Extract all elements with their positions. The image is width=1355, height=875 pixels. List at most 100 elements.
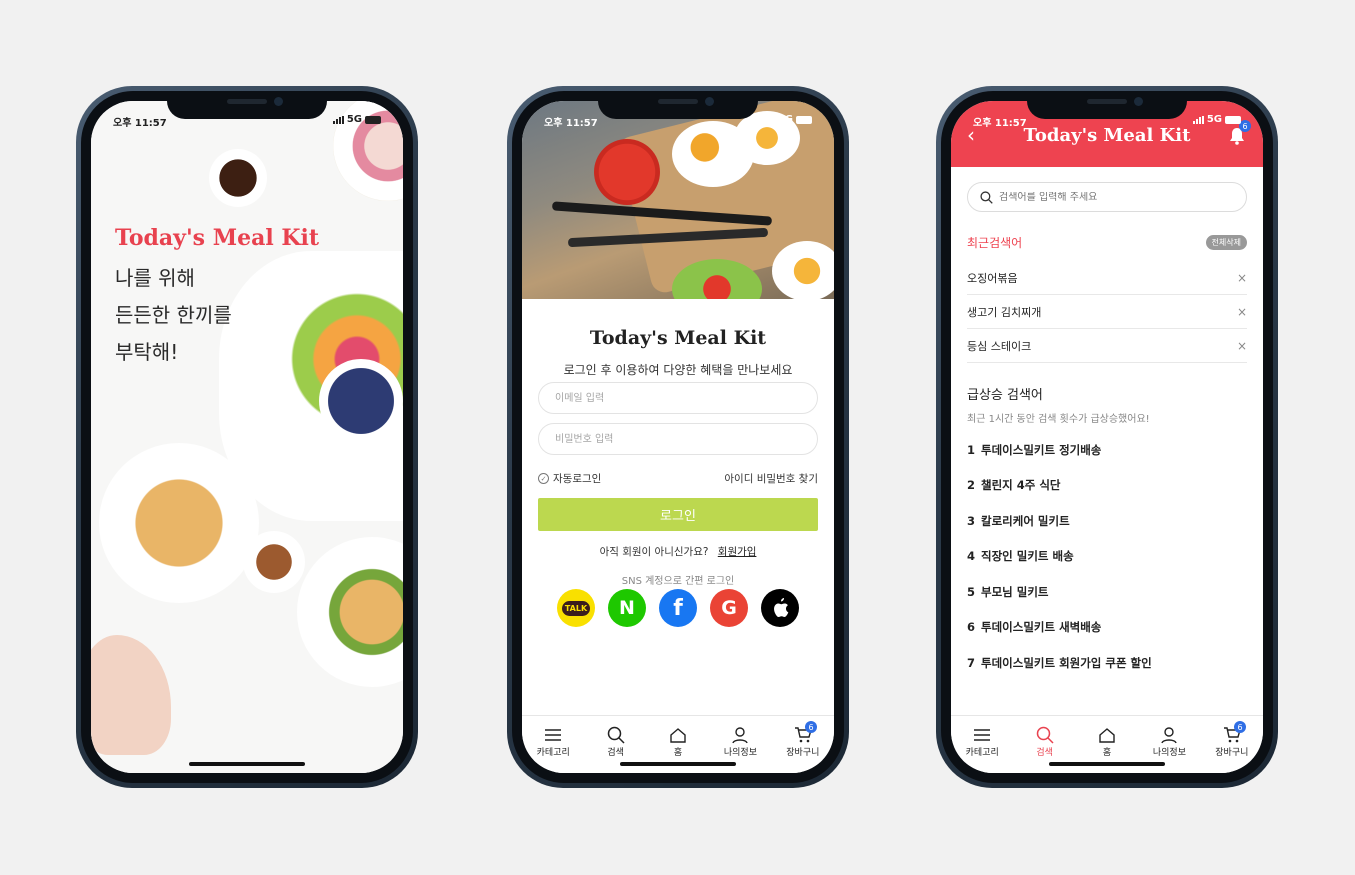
search-input[interactable] bbox=[999, 191, 1199, 203]
login-subtitle: 로그인 후 이용하여 다양한 혜택을 만나보세요 bbox=[563, 363, 793, 377]
signal-icon bbox=[1192, 115, 1204, 124]
home-indicator[interactable] bbox=[1049, 762, 1165, 766]
tab-cart[interactable]: 장바구니 6 bbox=[772, 716, 834, 773]
recent-item[interactable]: 등심 스테이크 × bbox=[967, 329, 1247, 363]
auto-login-label: 자동로그인 bbox=[553, 473, 602, 485]
apple-login-button[interactable] bbox=[761, 589, 799, 627]
auto-login-checkbox[interactable]: ✓ 자동로그인 bbox=[538, 471, 601, 486]
password-field[interactable] bbox=[538, 423, 818, 455]
list-item[interactable]: 4 직장인 밀키트 배송 bbox=[967, 539, 1247, 575]
clear-all-button[interactable]: 전체삭제 bbox=[1205, 235, 1247, 250]
close-icon[interactable]: × bbox=[1237, 305, 1247, 319]
slogan-line-1: 나를 위해 bbox=[115, 266, 195, 290]
list-item[interactable]: 6 투데이스밀키트 새벽배송 bbox=[967, 610, 1247, 646]
status-signal: 5G bbox=[332, 114, 381, 125]
splash-screen: Today's Meal Kit 나를 위해 든든한 한끼를 부탁해! 오후 1… bbox=[91, 101, 403, 773]
list-item[interactable]: 2 챌린지 4주 식단 bbox=[967, 468, 1247, 504]
slogan-line-3: 부탁해! bbox=[115, 340, 179, 364]
search-icon bbox=[1036, 725, 1054, 745]
tab-category-label: 카테고리 bbox=[536, 748, 570, 758]
kakao-login-button[interactable]: TALK bbox=[557, 589, 595, 627]
rising-title: 급상승 검색어 bbox=[967, 388, 1043, 403]
login-screen: 오후 11:57 5G Today's Meal Kit 로그인 후 이용하여 … bbox=[522, 101, 834, 773]
facebook-icon: f bbox=[673, 595, 683, 621]
google-login-button[interactable]: G bbox=[710, 589, 748, 627]
apple-icon bbox=[774, 598, 789, 617]
battery-icon bbox=[365, 115, 381, 124]
list-item[interactable]: 1 투데이스밀키트 정기배송 bbox=[967, 432, 1247, 468]
notch bbox=[1027, 91, 1187, 119]
sns-login-row: TALK N f G bbox=[522, 589, 834, 627]
rising-term: 투데이스밀키트 회원가입 쿠폰 할인 bbox=[981, 655, 1152, 670]
recent-term: 오징어볶음 bbox=[967, 271, 1018, 285]
tab-category-label: 카테고리 bbox=[965, 748, 999, 758]
food-coffee-cup bbox=[243, 531, 305, 593]
list-item[interactable]: 7 투데이스밀키트 회원가입 쿠폰 할인 bbox=[967, 645, 1247, 681]
close-icon[interactable]: × bbox=[1237, 271, 1247, 285]
naver-icon: N bbox=[619, 597, 635, 619]
rank-number: 7 bbox=[967, 655, 976, 670]
login-title: Today's Meal Kit bbox=[589, 327, 767, 349]
menu-icon bbox=[545, 725, 562, 745]
rank-number: 2 bbox=[967, 478, 976, 493]
food-crepe-plate bbox=[99, 443, 259, 603]
status-signal: 5G bbox=[1192, 114, 1241, 125]
home-indicator[interactable] bbox=[189, 762, 305, 766]
network-label: 5G bbox=[346, 114, 362, 125]
login-button[interactable]: 로그인 bbox=[538, 498, 818, 531]
search-icon bbox=[607, 725, 625, 745]
tab-profile-label: 나의정보 bbox=[1152, 748, 1186, 758]
tab-cart-label: 장바구니 bbox=[786, 748, 820, 758]
not-member-text: 아직 회원이 아니신가요? bbox=[599, 546, 709, 558]
list-item[interactable]: 3 칼로리케어 밀키트 bbox=[967, 503, 1247, 539]
user-icon bbox=[732, 725, 749, 745]
search-icon bbox=[980, 190, 993, 204]
notch bbox=[598, 91, 758, 119]
brand-title: Today's Meal Kit bbox=[115, 225, 319, 251]
splash-background: Today's Meal Kit 나를 위해 든든한 한끼를 부탁해! bbox=[91, 101, 403, 773]
rising-term: 투데이스밀키트 새벽배송 bbox=[981, 620, 1102, 635]
tab-home-label: 홈 bbox=[673, 748, 683, 758]
phone-bezel: Today's Meal Kit 나를 위해 든든한 한끼를 부탁해! 오후 1… bbox=[81, 91, 413, 783]
naver-login-button[interactable]: N bbox=[608, 589, 646, 627]
recent-item[interactable]: 생고기 김치찌개 × bbox=[967, 295, 1247, 329]
rank-number: 4 bbox=[967, 549, 976, 564]
tab-cart[interactable]: 장바구니 6 bbox=[1201, 716, 1263, 773]
email-field[interactable] bbox=[538, 382, 818, 414]
phone-splash: Today's Meal Kit 나를 위해 든든한 한끼를 부탁해! 오후 1… bbox=[76, 86, 418, 788]
tab-profile-label: 나의정보 bbox=[723, 748, 757, 758]
tab-category[interactable]: 카테고리 bbox=[522, 716, 584, 773]
slogan-line-2: 든든한 한끼를 bbox=[115, 303, 232, 327]
list-item[interactable]: 5 부모님 밀키트 bbox=[967, 574, 1247, 610]
tab-search-label: 검색 bbox=[607, 748, 624, 758]
tab-cart-label: 장바구니 bbox=[1215, 748, 1249, 758]
check-icon: ✓ bbox=[538, 473, 549, 484]
search-bar[interactable] bbox=[967, 182, 1247, 212]
notch bbox=[167, 91, 327, 119]
home-icon bbox=[669, 725, 687, 745]
rank-number: 5 bbox=[967, 584, 976, 599]
rank-number: 3 bbox=[967, 513, 976, 528]
phone-bezel: ‹ Today's Meal Kit 6 오후 11:57 5G 검색어를 입력… bbox=[941, 91, 1273, 783]
rising-subtitle: 최근 1시간 동안 검색 횟수가 급상승했어요! bbox=[967, 414, 1150, 425]
kakao-icon: TALK bbox=[561, 600, 591, 616]
food-blueberry-bowl bbox=[319, 359, 403, 443]
home-indicator[interactable] bbox=[620, 762, 736, 766]
cart-badge: 6 bbox=[805, 721, 818, 733]
food-egg-3 bbox=[772, 241, 834, 299]
signup-link[interactable]: 회원가입 bbox=[718, 546, 757, 558]
recent-term: 등심 스테이크 bbox=[967, 339, 1032, 353]
facebook-login-button[interactable]: f bbox=[659, 589, 697, 627]
menu-icon bbox=[974, 725, 991, 745]
tab-category[interactable]: 카테고리 bbox=[951, 716, 1013, 773]
recent-item[interactable]: 오징어볶음 × bbox=[967, 261, 1247, 295]
close-icon[interactable]: × bbox=[1237, 339, 1247, 353]
network-label: 5G bbox=[777, 114, 793, 125]
phone-login: 오후 11:57 5G Today's Meal Kit 로그인 후 이용하여 … bbox=[507, 86, 849, 788]
find-account-link[interactable]: 아이디 비밀번호 찾기 bbox=[724, 471, 818, 486]
food-gravy-boat bbox=[209, 149, 267, 207]
login-options-row: ✓ 자동로그인 아이디 비밀번호 찾기 bbox=[538, 471, 818, 486]
signup-row: 아직 회원이 아니신가요? 회원가입 bbox=[522, 544, 834, 559]
rank-number: 6 bbox=[967, 620, 976, 635]
status-time: 오후 11:57 bbox=[973, 118, 1027, 129]
